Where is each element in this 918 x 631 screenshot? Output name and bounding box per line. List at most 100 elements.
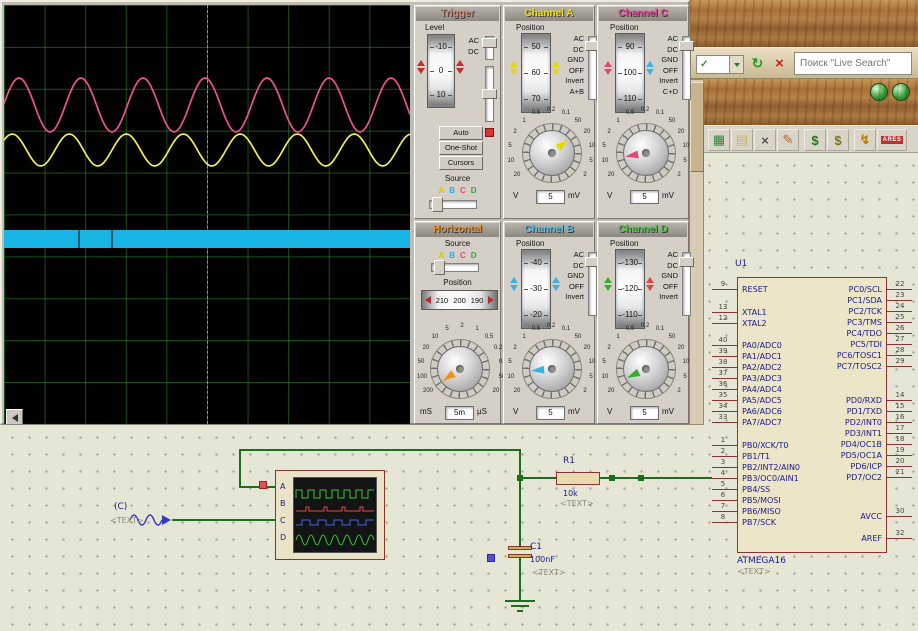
level-spinner[interactable] [417,60,425,74]
generator-mode-button[interactable]: $ [804,129,826,151]
pin-row: 5PB4/SS [705,484,918,494]
scale-knob[interactable] [522,339,582,399]
channel-d-header: Channel D [599,223,687,237]
unit-right: µS [477,407,487,416]
unit-left: mS [420,407,432,416]
position-spinner[interactable] [604,277,612,291]
resistor-value: 10k [563,489,578,498]
simulate-button[interactable]: ↯ [854,129,876,151]
x-icon: × [761,133,769,148]
horizontal-source-slider[interactable] [431,263,479,272]
auto-button[interactable]: Auto [439,126,483,140]
mcu-placeholder: <TEXT> [737,567,771,576]
pin-row: 27PC5/TDI [705,339,918,349]
position-spinner[interactable] [510,61,518,75]
coupling-slider[interactable] [682,36,691,100]
coupling-slider[interactable] [588,36,597,100]
trigger-panel: Trigger Level -10 0 10 AC DC Auto One-Sh… [414,5,501,219]
green-orb-icon [892,83,910,101]
pin-row: 32AREF [705,533,918,543]
position-thumbwheel[interactable]: 90 100 110 [615,33,645,113]
ares-button[interactable]: ARES [877,129,907,151]
wire[interactable] [172,450,712,611]
scale-knob[interactable] [616,123,676,183]
position-thumbwheel[interactable]: -40 -30 -20 [521,249,551,329]
channel-c-header: Channel C [599,7,687,21]
source-label: Source [415,239,500,248]
pin-row: 16PD2/INT0 [705,417,918,427]
pencil-icon: ✎ [783,132,794,148]
origin-marker [259,481,267,489]
level-spinner[interactable] [456,60,464,74]
channel-b-title: Channel B [524,224,573,235]
resistor-body [556,472,600,485]
pin-row: 36PA4/ADC4 [705,384,918,394]
stop-button[interactable]: × [770,54,789,73]
trigger-level-thumbwheel[interactable]: -10 0 10 [427,34,455,108]
scale-value: 5 [536,406,565,420]
probe-mode-button[interactable]: $ [827,129,849,151]
scope-display [4,5,410,424]
pin-row: 17PD3/INT1 [705,428,918,438]
position-thumbwheel[interactable]: -130 -120 -110 [615,249,645,329]
position-spinner[interactable] [510,277,518,291]
green-orb-icon [870,83,888,101]
knob-pointer [556,136,571,150]
coupling-labels: ACDCGNDOFFInvert [550,250,584,303]
capacitor-plate [508,554,532,558]
pin-row: 18PD4/OC1B [705,439,918,449]
trigger-source-slider[interactable] [429,200,477,209]
resistor-r1[interactable]: R1 10k <TEXT> [540,455,620,507]
waveform-traces [4,5,410,424]
pin-row: 29PC7/TOSC2 [705,361,918,371]
coupling-labels: ACDCGNDOFFInvert [644,250,678,303]
coupling-slider[interactable] [682,252,691,316]
pin-row: 30AVCC [705,511,918,521]
chevron-down-icon [729,56,743,73]
search-input[interactable] [794,52,912,75]
right-arrow-icon[interactable] [488,296,494,304]
oscilloscope-part[interactable]: A B C D [256,468,390,564]
position-thumbwheel[interactable]: 210 200 190 [421,290,498,310]
screen: (C) <TEXT> A B C D R1 10k <TEXT> C1 100n… [0,0,918,631]
position-spinner[interactable] [604,61,612,75]
knob-pointer [625,150,639,160]
pin-row: 25PC3/TMS [705,317,918,327]
browser-dropdown[interactable]: ✓ [696,55,744,74]
scroll-left-button[interactable] [6,409,23,424]
edit-button[interactable]: ✎ [777,129,799,151]
trigger-slope-slider[interactable] [485,66,494,122]
generator-ref: (C) [114,502,127,512]
refresh-button[interactable]: ↻ [748,54,767,73]
delete-button[interactable]: × [754,129,776,151]
component-mode-button[interactable]: ▦ [708,129,730,151]
channel-c-title: Channel C [618,8,667,19]
check-icon: ✓ [697,59,711,70]
source-label: Source [415,174,500,183]
scale-knob[interactable] [522,123,582,183]
timebase-knob[interactable] [430,339,490,399]
sheet-icon: ▤ [736,132,748,148]
channel-d-title: Channel D [618,224,667,235]
scrollbar-thumb[interactable] [690,82,704,172]
unit-left: V [607,407,612,416]
scale-value: 5 [630,406,659,420]
mcu-u1[interactable]: U1 9RESET 13XTAL1 12XTAL2 40PA0/ADC0 39P… [705,253,918,583]
auto-led [485,128,494,137]
generator[interactable]: (C) <TEXT> [106,498,176,528]
coupling-slider[interactable] [588,252,597,316]
new-sheet-button[interactable]: ▤ [731,129,753,151]
left-arrow-icon[interactable] [425,296,431,304]
trigger-coupling-slider[interactable] [485,36,494,60]
channel-a-header: Channel A [505,7,593,21]
horizontal-title: Horizontal [433,224,482,235]
scale-knob[interactable] [616,339,676,399]
pin-label-a: A [280,482,285,491]
position-thumbwheel[interactable]: 50 60 70 [521,33,551,113]
capacitor-c1[interactable]: C1 100nF <TEXT> [485,540,575,585]
capacitor-value: 100nF [530,555,555,564]
one-shot-button[interactable]: One-Shot [439,141,483,155]
component-grid-icon: ▦ [713,132,725,148]
cursors-button[interactable]: Cursors [439,156,483,170]
pin-row: 24PC2/TCK [705,306,918,316]
